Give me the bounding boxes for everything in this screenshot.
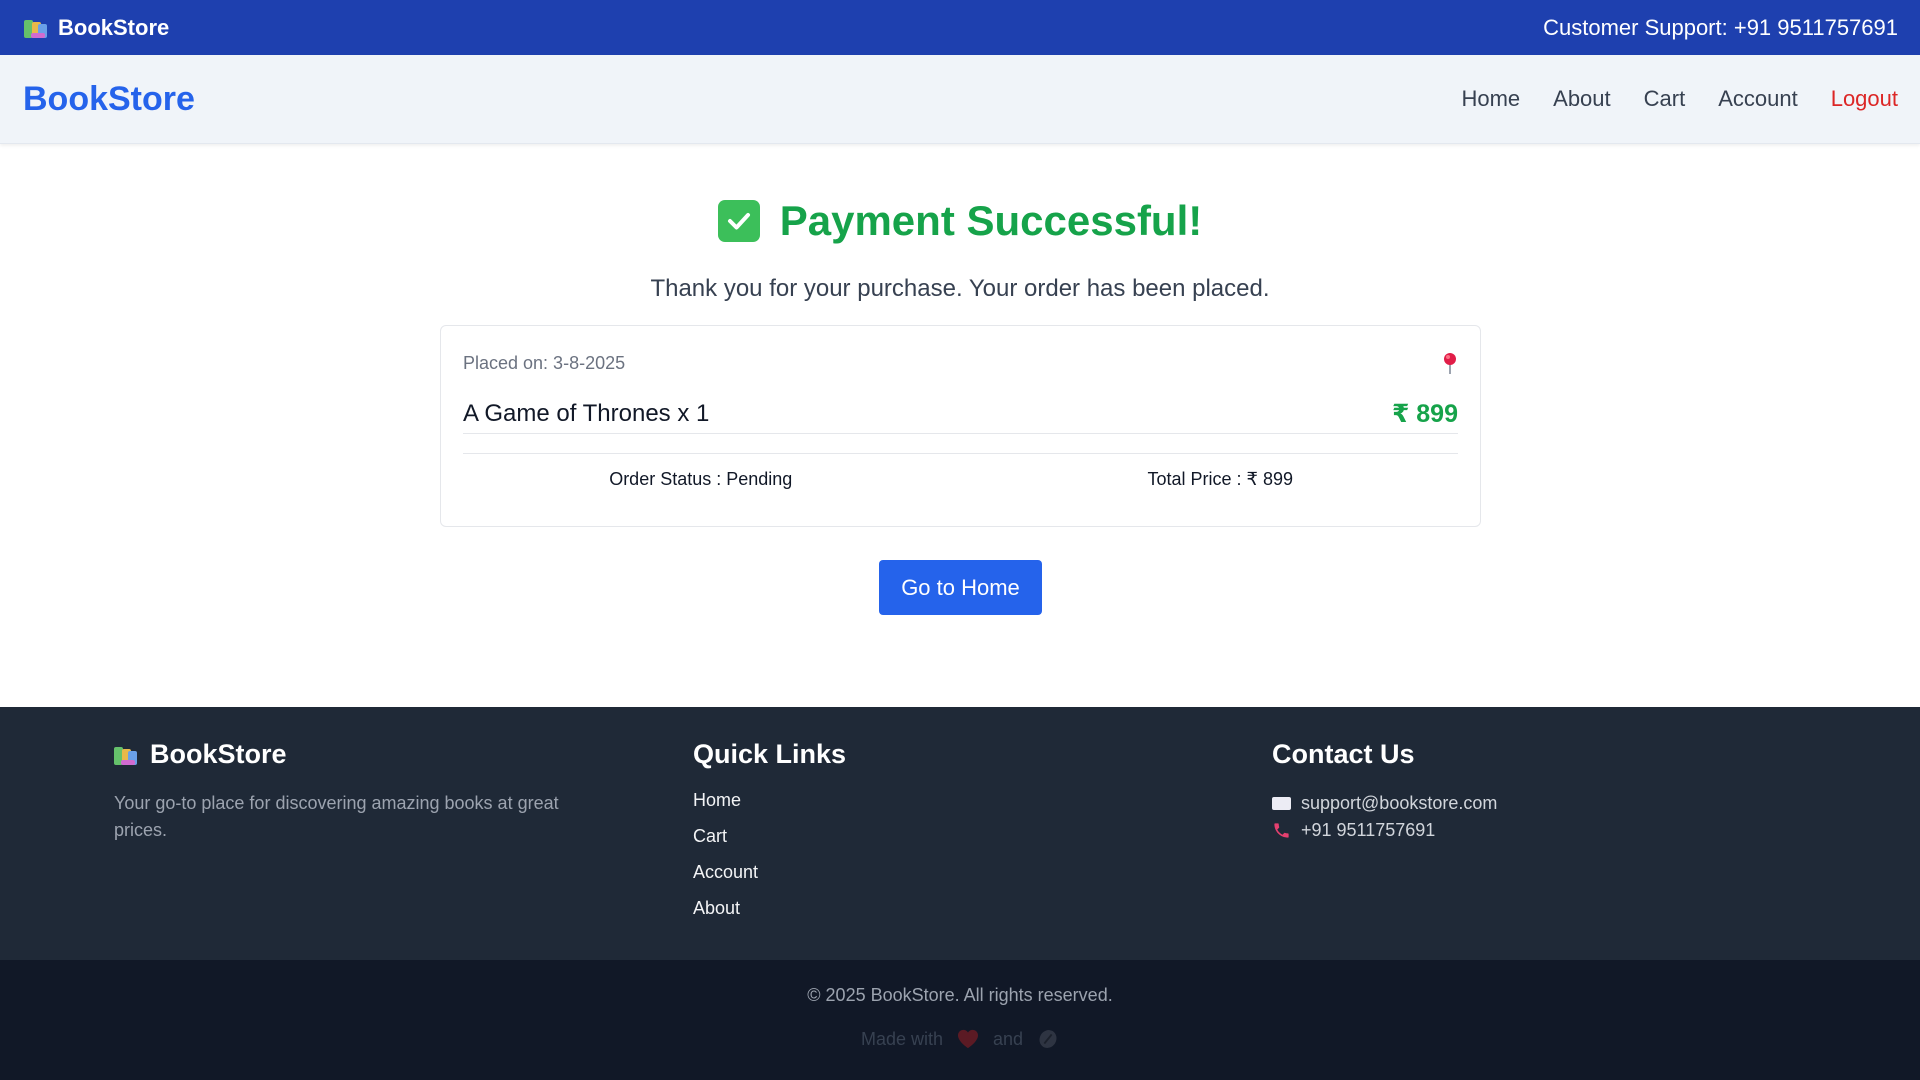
contact-phone[interactable]: +91 9511757691 (1301, 817, 1435, 844)
card-divider (463, 453, 1458, 454)
footer: BookStore Your go-to place for discoveri… (0, 707, 1920, 960)
footer-description: Your go-to place for discovering amazing… (114, 793, 559, 840)
order-status: Order Status : Pending (609, 469, 793, 489)
order-item-price: ₹ 899 (1391, 399, 1458, 428)
footer-contact-column: Contact Us support@bookstore.com +91 951… (1272, 739, 1497, 844)
top-brand-label: BookStore (58, 14, 170, 40)
pin-icon (1442, 352, 1458, 376)
made-with-text: Made with (860, 1028, 943, 1049)
footer-brand-column: BookStore Your go-to place for discoveri… (114, 739, 614, 844)
footer-brand-label: BookStore (150, 739, 287, 769)
footer-bottom: © 2025 BookStore. All rights reserved. M… (0, 960, 1920, 1080)
footer-link-account[interactable]: Account (693, 862, 846, 883)
order-total: Total Price : ₹ 899 (1147, 469, 1294, 489)
quick-links-list: Home Cart Account About (693, 790, 846, 919)
go-to-home-button[interactable]: Go to Home (879, 560, 1042, 615)
order-item-name: A Game of Thrones x 1 (463, 399, 710, 427)
nav-link-logout[interactable]: Logout (1831, 86, 1898, 112)
order-item-row: A Game of Thrones x 1 ₹ 899 (463, 394, 1458, 434)
footer-link-about[interactable]: About (693, 898, 846, 919)
coffee-icon (1037, 1028, 1059, 1050)
nav-link-about[interactable]: About (1553, 86, 1611, 112)
books-icon (24, 18, 48, 38)
customer-support: Customer Support: +91 9511757691 (1543, 14, 1898, 40)
footer-link-cart[interactable]: Cart (693, 826, 846, 847)
and-text: and (993, 1028, 1024, 1049)
page-title: Payment Successful! (779, 197, 1203, 244)
copyright: © 2025 BookStore. All rights reserved. (807, 985, 1113, 1005)
footer-quick-links-column: Quick Links Home Cart Account About (693, 739, 846, 934)
made-with-line: Made with and (0, 1028, 1920, 1050)
contact-email-row: support@bookstore.com (1272, 790, 1497, 817)
order-card: Placed on: 3-8-2025 A Game of Thrones x … (440, 325, 1481, 527)
contact-email[interactable]: support@bookstore.com (1301, 790, 1497, 817)
check-icon (717, 200, 760, 242)
success-heading: Payment Successful! (0, 197, 1920, 245)
contact-phone-row: +91 9511757691 (1272, 817, 1497, 844)
top-brand: BookStore (24, 15, 169, 41)
contact-title: Contact Us (1272, 739, 1415, 769)
nav-link-account[interactable]: Account (1718, 86, 1798, 112)
footer-brand: BookStore (114, 739, 614, 770)
order-date: Placed on: 3-8-2025 (463, 353, 626, 373)
site-logo[interactable]: BookStore (23, 80, 195, 119)
contact-info: support@bookstore.com +91 9511757691 (1272, 790, 1497, 844)
phone-icon (1272, 821, 1291, 840)
top-bar: BookStore Customer Support: +91 95117576… (0, 0, 1920, 55)
heart-icon (957, 1029, 979, 1049)
quick-links-title: Quick Links (693, 739, 847, 769)
navbar: BookStore Home About Cart Account Logout (0, 55, 1920, 144)
books-icon (114, 745, 138, 765)
footer-link-home[interactable]: Home (693, 790, 846, 811)
nav-link-home[interactable]: Home (1461, 86, 1520, 112)
nav-links: Home About Cart Account Logout (1461, 86, 1898, 112)
nav-link-cart[interactable]: Cart (1644, 86, 1686, 112)
mail-icon (1272, 797, 1291, 810)
thank-you-message: Thank you for your purchase. Your order … (650, 275, 1270, 302)
